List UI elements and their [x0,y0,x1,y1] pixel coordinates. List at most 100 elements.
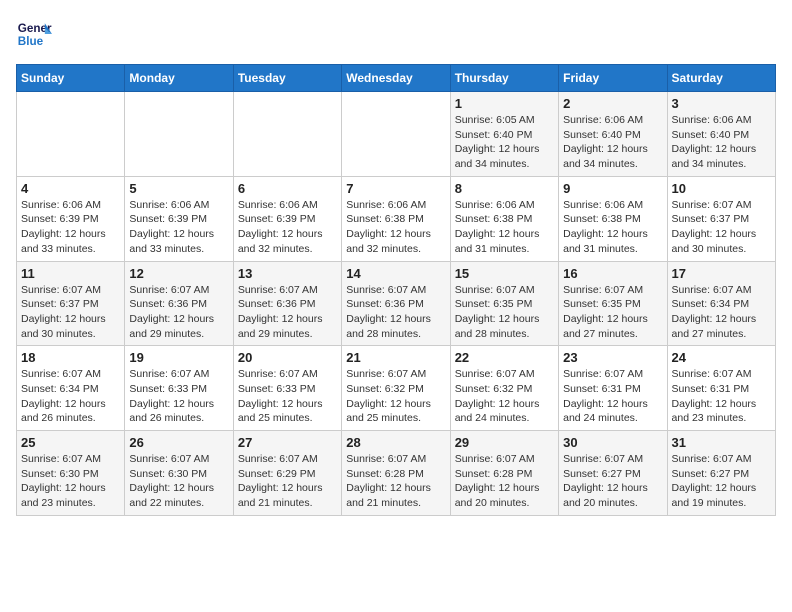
calendar-cell: 18 Sunrise: 6:07 AM Sunset: 6:34 PM Dayli… [17,346,125,431]
calendar-cell: 4 Sunrise: 6:06 AM Sunset: 6:39 PM Daylig… [17,176,125,261]
day-number: 18 [21,350,120,365]
calendar-cell [233,92,341,177]
calendar-cell: 25 Sunrise: 6:07 AM Sunset: 6:30 PM Dayli… [17,431,125,516]
day-number: 13 [238,266,337,281]
calendar-cell: 24 Sunrise: 6:07 AM Sunset: 6:31 PM Dayli… [667,346,775,431]
calendar-cell: 21Sunrise: 6:07 AM Sunset: 6:32 PM Dayli… [342,346,450,431]
day-detail: Sunrise: 6:05 AM Sunset: 6:40 PM Dayligh… [455,113,554,172]
day-detail: Sunrise: 6:07 AM Sunset: 6:31 PM Dayligh… [672,367,771,426]
logo: General Blue [16,16,52,52]
day-detail: Sunrise: 6:07 AM Sunset: 6:34 PM Dayligh… [21,367,120,426]
day-number: 24 [672,350,771,365]
day-number: 14 [346,266,445,281]
day-number: 16 [563,266,662,281]
calendar-cell: 11 Sunrise: 6:07 AM Sunset: 6:37 PM Dayli… [17,261,125,346]
weekday-header-friday: Friday [559,65,667,92]
calendar-cell: 9Sunrise: 6:06 AM Sunset: 6:38 PM Daylig… [559,176,667,261]
calendar-cell: 15 Sunrise: 6:07 AM Sunset: 6:35 PM Dayli… [450,261,558,346]
calendar-cell: 12Sunrise: 6:07 AM Sunset: 6:36 PM Dayli… [125,261,233,346]
day-detail: Sunrise: 6:07 AM Sunset: 6:36 PM Dayligh… [346,283,445,342]
day-number: 30 [563,435,662,450]
day-detail: Sunrise: 6:06 AM Sunset: 6:40 PM Dayligh… [563,113,662,172]
calendar-cell: 5 Sunrise: 6:06 AM Sunset: 6:39 PM Daylig… [125,176,233,261]
calendar-cell: 20Sunrise: 6:07 AM Sunset: 6:33 PM Dayli… [233,346,341,431]
day-number: 15 [455,266,554,281]
calendar-cell [342,92,450,177]
calendar-cell: 14 Sunrise: 6:07 AM Sunset: 6:36 PM Dayli… [342,261,450,346]
calendar-cell: 19 Sunrise: 6:07 AM Sunset: 6:33 PM Dayli… [125,346,233,431]
calendar-cell [125,92,233,177]
day-number: 22 [455,350,554,365]
weekday-header-thursday: Thursday [450,65,558,92]
day-number: 3 [672,96,771,111]
day-number: 20 [238,350,337,365]
day-number: 25 [21,435,120,450]
day-number: 5 [129,181,228,196]
calendar-cell: 13 Sunrise: 6:07 AM Sunset: 6:36 PM Dayli… [233,261,341,346]
calendar-cell: 30 Sunrise: 6:07 AM Sunset: 6:27 PM Dayli… [559,431,667,516]
day-detail: Sunrise: 6:07 AM Sunset: 6:27 PM Dayligh… [672,452,771,511]
day-number: 27 [238,435,337,450]
calendar-cell: 1 Sunrise: 6:05 AM Sunset: 6:40 PM Daylig… [450,92,558,177]
day-detail: Sunrise: 6:07 AM Sunset: 6:37 PM Dayligh… [672,198,771,257]
calendar-cell: 23 Sunrise: 6:07 AM Sunset: 6:31 PM Dayli… [559,346,667,431]
day-detail: Sunrise: 6:06 AM Sunset: 6:39 PM Dayligh… [21,198,120,257]
day-number: 17 [672,266,771,281]
day-number: 1 [455,96,554,111]
weekday-header-wednesday: Wednesday [342,65,450,92]
logo-icon: General Blue [16,16,52,52]
day-detail: Sunrise: 6:07 AM Sunset: 6:29 PM Dayligh… [238,452,337,511]
day-number: 11 [21,266,120,281]
day-detail: Sunrise: 6:07 AM Sunset: 6:30 PM Dayligh… [21,452,120,511]
calendar-cell: 27 Sunrise: 6:07 AM Sunset: 6:29 PM Dayli… [233,431,341,516]
day-number: 4 [21,181,120,196]
day-detail: Sunrise: 6:07 AM Sunset: 6:32 PM Dayligh… [346,367,445,426]
calendar-cell: 28 Sunrise: 6:07 AM Sunset: 6:28 PM Dayli… [342,431,450,516]
day-detail: Sunrise: 6:07 AM Sunset: 6:37 PM Dayligh… [21,283,120,342]
day-detail: Sunrise: 6:06 AM Sunset: 6:39 PM Dayligh… [129,198,228,257]
day-detail: Sunrise: 6:07 AM Sunset: 6:28 PM Dayligh… [455,452,554,511]
day-detail: Sunrise: 6:07 AM Sunset: 6:28 PM Dayligh… [346,452,445,511]
day-detail: Sunrise: 6:06 AM Sunset: 6:38 PM Dayligh… [455,198,554,257]
day-number: 23 [563,350,662,365]
weekday-header-sunday: Sunday [17,65,125,92]
day-number: 9 [563,181,662,196]
day-detail: Sunrise: 6:07 AM Sunset: 6:30 PM Dayligh… [129,452,228,511]
day-detail: Sunrise: 6:06 AM Sunset: 6:40 PM Dayligh… [672,113,771,172]
day-detail: Sunrise: 6:07 AM Sunset: 6:32 PM Dayligh… [455,367,554,426]
day-detail: Sunrise: 6:07 AM Sunset: 6:36 PM Dayligh… [238,283,337,342]
calendar-table: SundayMondayTuesdayWednesdayThursdayFrid… [16,64,776,516]
day-number: 19 [129,350,228,365]
calendar-cell: 3 Sunrise: 6:06 AM Sunset: 6:40 PM Daylig… [667,92,775,177]
day-detail: Sunrise: 6:07 AM Sunset: 6:31 PM Dayligh… [563,367,662,426]
day-detail: Sunrise: 6:07 AM Sunset: 6:27 PM Dayligh… [563,452,662,511]
day-number: 10 [672,181,771,196]
weekday-header-tuesday: Tuesday [233,65,341,92]
day-number: 31 [672,435,771,450]
calendar-cell: 31 Sunrise: 6:07 AM Sunset: 6:27 PM Dayli… [667,431,775,516]
day-number: 8 [455,181,554,196]
svg-text:Blue: Blue [18,35,44,48]
calendar-cell: 17 Sunrise: 6:07 AM Sunset: 6:34 PM Dayli… [667,261,775,346]
day-number: 28 [346,435,445,450]
calendar-cell [17,92,125,177]
calendar-cell: 22 Sunrise: 6:07 AM Sunset: 6:32 PM Dayli… [450,346,558,431]
page-header: General Blue [16,16,776,52]
day-detail: Sunrise: 6:07 AM Sunset: 6:35 PM Dayligh… [455,283,554,342]
day-detail: Sunrise: 6:07 AM Sunset: 6:35 PM Dayligh… [563,283,662,342]
calendar-cell: 10 Sunrise: 6:07 AM Sunset: 6:37 PM Dayli… [667,176,775,261]
day-number: 6 [238,181,337,196]
day-detail: Sunrise: 6:07 AM Sunset: 6:36 PM Dayligh… [129,283,228,342]
calendar-cell: 6 Sunrise: 6:06 AM Sunset: 6:39 PM Daylig… [233,176,341,261]
calendar-cell: 8 Sunrise: 6:06 AM Sunset: 6:38 PM Daylig… [450,176,558,261]
day-detail: Sunrise: 6:06 AM Sunset: 6:39 PM Dayligh… [238,198,337,257]
weekday-header-saturday: Saturday [667,65,775,92]
day-detail: Sunrise: 6:06 AM Sunset: 6:38 PM Dayligh… [346,198,445,257]
day-number: 26 [129,435,228,450]
calendar-cell: 2Sunrise: 6:06 AM Sunset: 6:40 PM Daylig… [559,92,667,177]
calendar-cell: 26 Sunrise: 6:07 AM Sunset: 6:30 PM Dayli… [125,431,233,516]
weekday-header-monday: Monday [125,65,233,92]
day-detail: Sunrise: 6:07 AM Sunset: 6:33 PM Dayligh… [129,367,228,426]
day-number: 29 [455,435,554,450]
day-detail: Sunrise: 6:07 AM Sunset: 6:34 PM Dayligh… [672,283,771,342]
